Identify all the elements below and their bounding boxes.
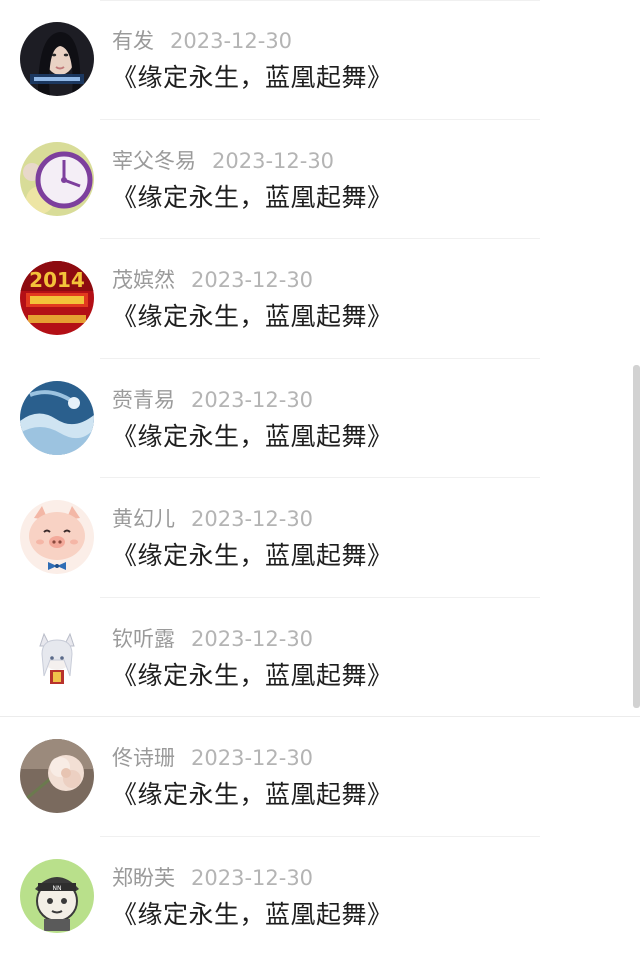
- list-item[interactable]: 宰父冬易 2023-12-30 《缘定永生，蓝凰起舞》: [0, 120, 640, 239]
- author-name[interactable]: 黄幻儿: [112, 507, 175, 531]
- svg-text:2014: 2014: [29, 268, 85, 292]
- comment-text[interactable]: 《缘定永生，蓝凰起舞》: [112, 419, 393, 455]
- comment-text[interactable]: 《缘定永生，蓝凰起舞》: [112, 299, 393, 335]
- comment-text[interactable]: 《缘定永生，蓝凰起舞》: [112, 897, 393, 933]
- comment-text[interactable]: 《缘定永生，蓝凰起舞》: [112, 538, 393, 574]
- avatar[interactable]: [20, 500, 94, 574]
- anime-girl-avatar-icon: [20, 619, 94, 694]
- comment-meta: 郑盼芙 2023-12-30: [112, 863, 313, 893]
- list-item[interactable]: 有发 2023-12-30 《缘定永生，蓝凰起舞》: [0, 0, 640, 120]
- comment-meta: 佟诗珊 2023-12-30: [112, 743, 313, 773]
- list-item[interactable]: NN 郑盼芙 2023-12-30 《缘定永生，蓝凰起舞》: [0, 837, 640, 957]
- new-year-2014-avatar-icon: 2014: [20, 261, 94, 335]
- flower-avatar-icon: [20, 739, 94, 813]
- comment-date: 2023-12-30: [191, 626, 314, 651]
- comment-meta: 茂嫔然 2023-12-30: [112, 265, 313, 295]
- svg-text:NN: NN: [53, 885, 62, 892]
- avatar[interactable]: NN: [20, 858, 94, 933]
- author-name[interactable]: 钦听露: [112, 627, 175, 651]
- avatar[interactable]: [20, 22, 94, 96]
- comment-text[interactable]: 《缘定永生，蓝凰起舞》: [112, 777, 393, 813]
- comment-date: 2023-12-30: [191, 507, 314, 531]
- author-name[interactable]: 佟诗珊: [112, 746, 175, 770]
- author-name[interactable]: 郑盼芙: [112, 866, 175, 890]
- avatar[interactable]: [20, 619, 94, 694]
- comment-date: 2023-12-30: [170, 29, 293, 53]
- avatar[interactable]: [20, 141, 94, 216]
- author-name[interactable]: 宰父冬易: [112, 149, 196, 173]
- list-item[interactable]: 黄幻儿 2023-12-30 《缘定永生，蓝凰起舞》: [0, 478, 640, 598]
- comment-text[interactable]: 《缘定永生，蓝凰起舞》: [112, 658, 393, 694]
- avatar[interactable]: [20, 380, 94, 455]
- comment-meta: 有发 2023-12-30: [112, 26, 292, 56]
- comment-date: 2023-12-30: [191, 746, 314, 770]
- comment-meta: 黄幻儿 2023-12-30: [112, 504, 313, 534]
- woman-portrait-avatar-icon: [20, 22, 94, 96]
- author-name[interactable]: 茂嫔然: [112, 268, 175, 292]
- comment-date: 2023-12-30: [191, 387, 314, 412]
- comment-meta: 赍青易 2023-12-30: [112, 385, 313, 415]
- comment-date: 2023-12-30: [191, 268, 314, 292]
- comment-meta: 钦听露 2023-12-30: [112, 624, 313, 654]
- author-name[interactable]: 有发: [112, 29, 154, 53]
- comment-date: 2023-12-30: [212, 148, 335, 173]
- blue-water-avatar-icon: [20, 380, 94, 455]
- list-item[interactable]: 2014 茂嫔然 2023-12-30 《缘定永生，蓝凰起舞》: [0, 239, 640, 359]
- clock-avatar-icon: [20, 141, 94, 216]
- author-name[interactable]: 赍青易: [112, 388, 175, 412]
- list-item[interactable]: 钦听露 2023-12-30 《缘定永生，蓝凰起舞》: [0, 598, 640, 718]
- comment-meta: 宰父冬易 2023-12-30: [112, 146, 334, 176]
- comment-text[interactable]: 《缘定永生，蓝凰起舞》: [112, 60, 393, 96]
- avatar[interactable]: [20, 739, 94, 813]
- list-item[interactable]: 佟诗珊 2023-12-30 《缘定永生，蓝凰起舞》: [0, 717, 640, 837]
- comment-date: 2023-12-30: [191, 865, 314, 890]
- comment-text[interactable]: 《缘定永生，蓝凰起舞》: [112, 180, 393, 216]
- pig-avatar-icon: [20, 500, 94, 574]
- scrollbar[interactable]: [633, 365, 640, 708]
- list-item[interactable]: 赍青易 2023-12-30 《缘定永生，蓝凰起舞》: [0, 359, 640, 478]
- cartoon-boy-avatar-icon: NN: [20, 858, 94, 933]
- avatar[interactable]: 2014: [20, 261, 94, 335]
